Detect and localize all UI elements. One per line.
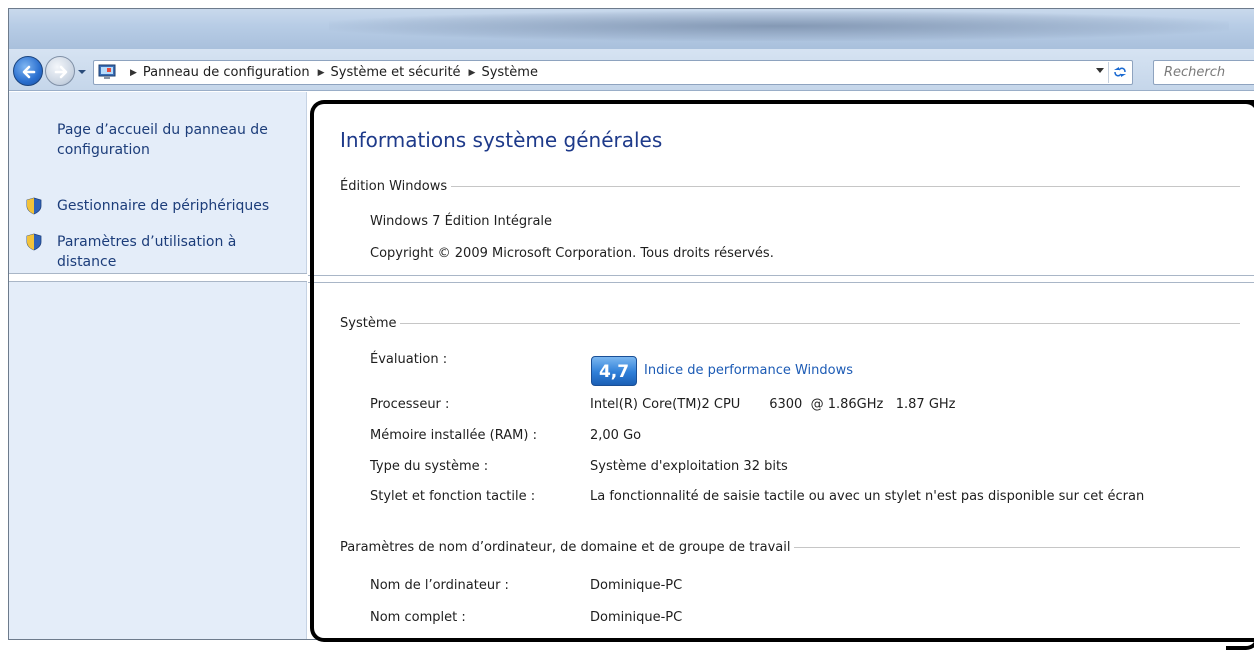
section-rule: [400, 323, 1240, 324]
system-type-value: Système d'exploitation 32 bits: [590, 459, 788, 474]
refresh-icon: [1113, 67, 1126, 77]
forward-arrow-icon: [54, 65, 68, 79]
system-info-content: Informations système générales Édition W…: [308, 92, 1254, 639]
breadcrumb: ▶ Panneau de configuration ▶ Système et …: [122, 61, 538, 84]
copyright-text: Copyright © 2009 Microsoft Corporation. …: [370, 246, 774, 261]
system-type-label: Type du système :: [370, 459, 489, 474]
address-bar[interactable]: ▶ Panneau de configuration ▶ Système et …: [93, 60, 1133, 85]
processor-label: Processeur :: [370, 397, 450, 412]
title-bar[interactable]: [9, 9, 1254, 49]
navigation-bar: ▶ Panneau de configuration ▶ Système et …: [9, 49, 1254, 91]
sidebar-item-device-manager[interactable]: Gestionnaire de périphériques: [57, 196, 297, 216]
section-heading-edition: Édition Windows: [340, 179, 1240, 194]
section-rule: [794, 547, 1240, 548]
back-button[interactable]: [13, 56, 43, 86]
pen-touch-label: Stylet et fonction tactile :: [370, 489, 536, 504]
refresh-button[interactable]: [1108, 62, 1130, 83]
control-panel-home-link[interactable]: Page d’accueil du panneau de configurati…: [57, 120, 297, 160]
shield-icon: [26, 197, 42, 215]
computer-name-label: Nom de l’ordinateur :: [370, 578, 509, 593]
back-arrow-icon: [22, 65, 36, 79]
breadcrumb-chevron-icon[interactable]: ▶: [130, 68, 137, 78]
section-rule: [451, 186, 1240, 187]
processor-value: Intel(R) Core(TM)2 CPU 6300 @ 1.86GHz 1.…: [590, 397, 956, 412]
section-heading-computer: Paramètres de nom d’ordinateur, de domai…: [340, 540, 1240, 555]
windows-edition-name: Windows 7 Édition Intégrale: [370, 214, 553, 229]
performance-index-link[interactable]: Indice de performance Windows: [644, 363, 853, 378]
sidebar-item-remote-settings[interactable]: Paramètres d’utilisation à distance: [57, 232, 297, 272]
ram-label: Mémoire installée (RAM) :: [370, 428, 537, 443]
shield-icon: [26, 233, 42, 251]
page-title: Informations système générales: [340, 128, 663, 152]
recent-pages-chevron-icon[interactable]: [77, 67, 87, 77]
search-placeholder: Recherch: [1164, 65, 1226, 80]
address-dropdown-icon[interactable]: [1096, 68, 1104, 73]
breadcrumb-item-control-panel[interactable]: Panneau de configuration: [143, 65, 310, 80]
section-heading-system-label: Système: [340, 316, 397, 331]
ram-value: 2,00 Go: [590, 428, 642, 443]
control-panel-icon: [98, 64, 116, 79]
full-name-label: Nom complet :: [370, 610, 466, 625]
title-glass: [329, 11, 1229, 41]
breadcrumb-item-system[interactable]: Système: [481, 65, 537, 80]
content-divider: [308, 275, 1254, 283]
section-heading-edition-label: Édition Windows: [340, 179, 448, 194]
forward-button[interactable]: [45, 56, 75, 86]
breadcrumb-chevron-icon[interactable]: ▶: [469, 68, 476, 78]
left-navigation-pane: Page d’accueil du panneau de configurati…: [9, 92, 307, 639]
rating-label: Évaluation :: [370, 352, 448, 367]
control-panel-window: ▶ Panneau de configuration ▶ Système et …: [8, 8, 1254, 640]
full-name-value: Dominique-PC: [590, 610, 683, 625]
breadcrumb-chevron-icon[interactable]: ▶: [318, 68, 325, 78]
search-input[interactable]: Recherch: [1153, 60, 1254, 85]
performance-score-badge[interactable]: 4,7: [591, 356, 637, 386]
pane-divider: [9, 273, 307, 282]
section-heading-computer-label: Paramètres de nom d’ordinateur, de domai…: [340, 540, 791, 555]
breadcrumb-item-security[interactable]: Système et sécurité: [331, 65, 461, 80]
section-heading-system: Système: [340, 316, 1240, 331]
pen-touch-value: La fonctionnalité de saisie tactile ou a…: [590, 489, 1145, 504]
computer-name-value: Dominique-PC: [590, 578, 683, 593]
